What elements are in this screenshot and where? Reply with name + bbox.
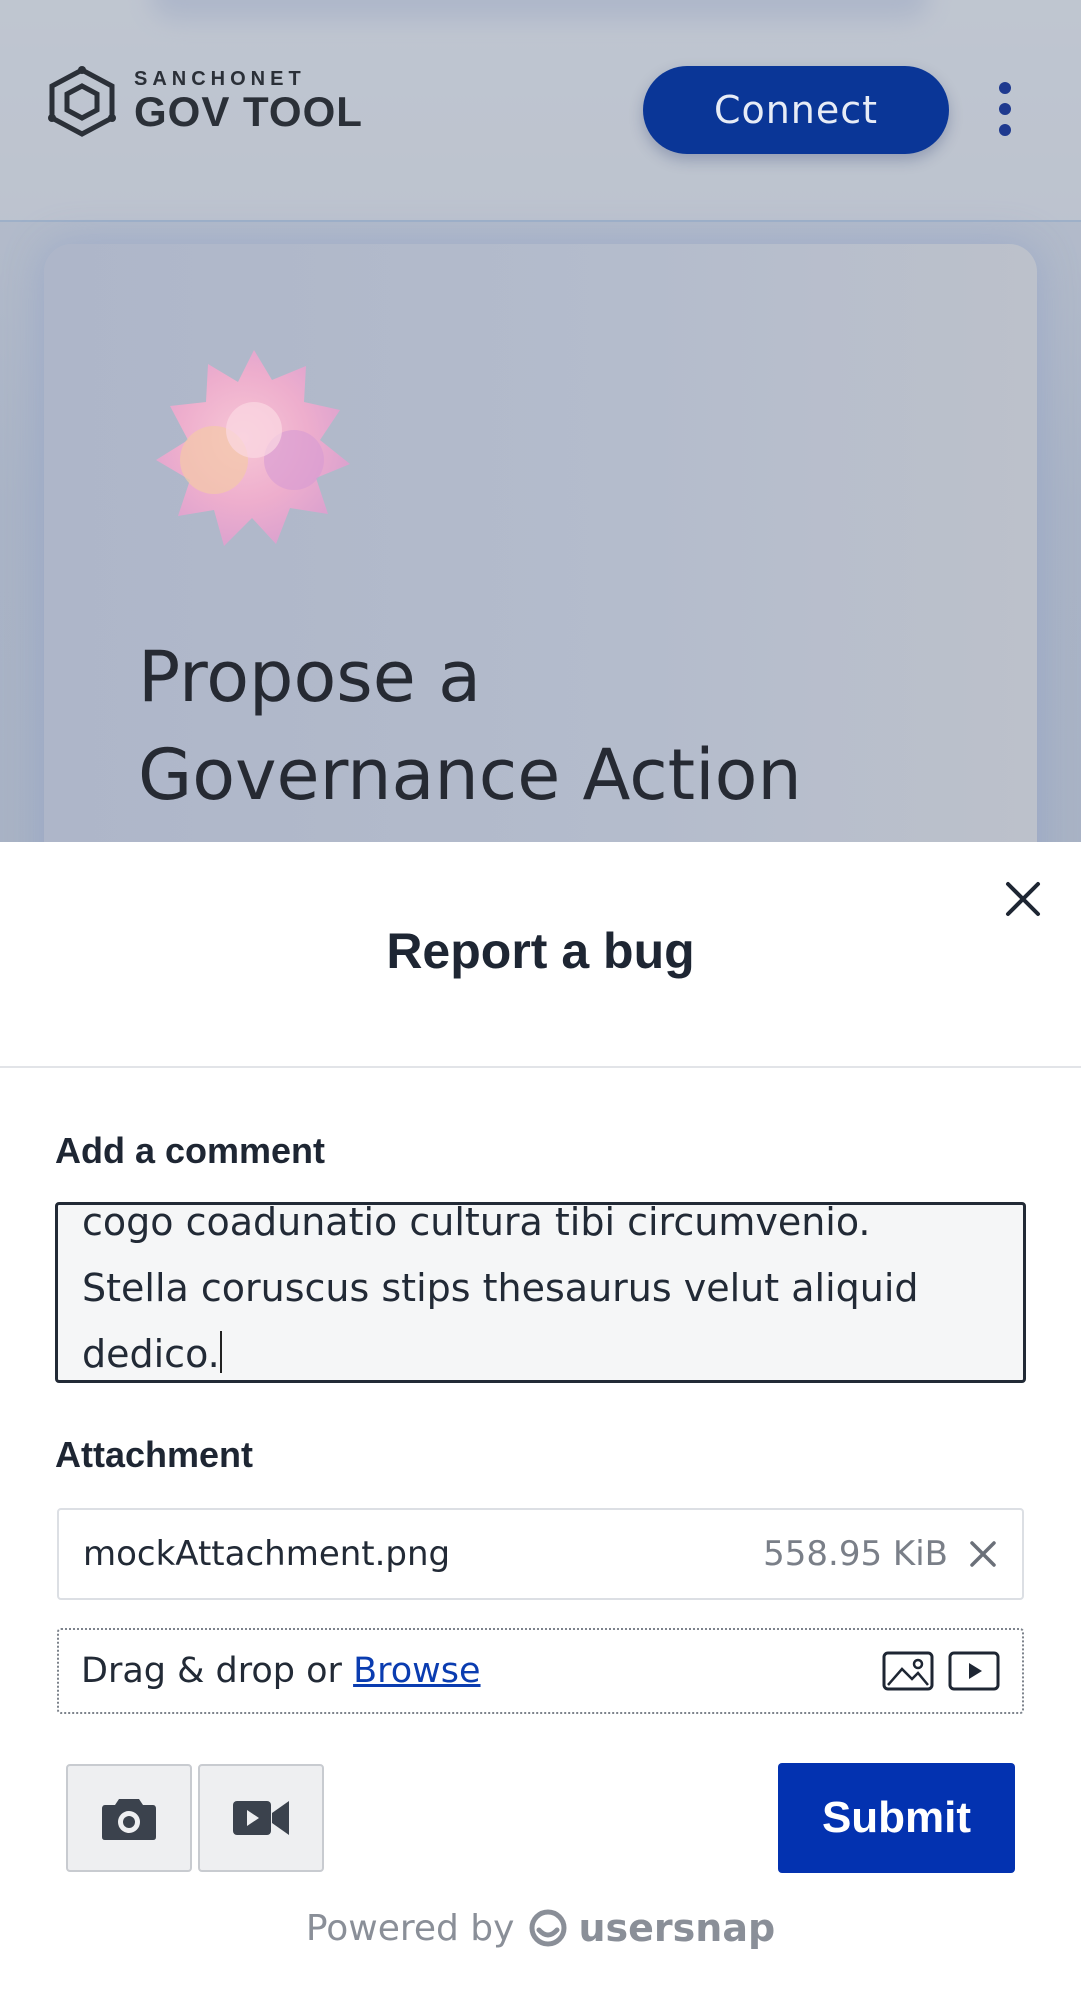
dropzone-text: Drag & drop or Browse bbox=[81, 1651, 481, 1691]
close-icon[interactable] bbox=[1004, 880, 1042, 918]
app-header: SANCHONET GOV TOOL Connect bbox=[0, 0, 1081, 222]
comment-text: cogo coadunatio cultura tibi circumvenio… bbox=[82, 1202, 919, 1376]
logo-subtitle: SANCHONET bbox=[134, 68, 306, 90]
powered-by[interactable]: Powered by usersnap bbox=[0, 1906, 1081, 1950]
text-caret bbox=[219, 1331, 222, 1373]
decorative-blob-image bbox=[156, 350, 350, 546]
logo-title: GOV TOOL bbox=[134, 88, 363, 135]
background-app: SANCHONET GOV TOOL Connect Propose a Gov… bbox=[0, 0, 1081, 842]
browse-link[interactable]: Browse bbox=[353, 1651, 480, 1691]
camera-icon bbox=[102, 1799, 156, 1840]
comment-label: Add a comment bbox=[55, 1130, 326, 1171]
more-menu-icon[interactable] bbox=[995, 82, 1015, 140]
page: SANCHONET GOV TOOL Connect Propose a Gov… bbox=[0, 0, 1081, 1999]
video-file-icon bbox=[948, 1651, 1000, 1691]
remove-attachment-icon[interactable] bbox=[968, 1539, 998, 1569]
hero-title: Propose a Governance Action bbox=[138, 636, 802, 816]
divider bbox=[0, 1066, 1081, 1068]
attachment-label: Attachment bbox=[55, 1434, 254, 1475]
attachment-file-size: 558.95 KiB bbox=[763, 1534, 948, 1574]
video-camera-icon bbox=[233, 1801, 289, 1835]
attachment-item: mockAttachment.png 558.95 KiB bbox=[57, 1508, 1024, 1600]
record-video-button[interactable] bbox=[198, 1764, 324, 1872]
submit-button[interactable]: Submit bbox=[778, 1763, 1015, 1873]
app-logo[interactable]: SANCHONET GOV TOOL bbox=[42, 66, 363, 138]
attachment-dropzone[interactable]: Drag & drop or Browse bbox=[57, 1628, 1024, 1714]
comment-textarea[interactable]: cogo coadunatio cultura tibi circumvenio… bbox=[55, 1202, 1026, 1383]
usersnap-logo-icon bbox=[529, 1909, 567, 1947]
attachment-file-name: mockAttachment.png bbox=[83, 1534, 451, 1574]
image-icon bbox=[882, 1651, 934, 1691]
usersnap-brand-text: usersnap bbox=[578, 1906, 776, 1950]
connect-button[interactable]: Connect bbox=[643, 66, 949, 154]
sheet-title: Report a bug bbox=[386, 923, 695, 979]
screenshot-button[interactable] bbox=[66, 1764, 192, 1872]
govtool-logo-icon bbox=[48, 66, 116, 137]
powered-by-text: Powered by bbox=[305, 1907, 515, 1949]
